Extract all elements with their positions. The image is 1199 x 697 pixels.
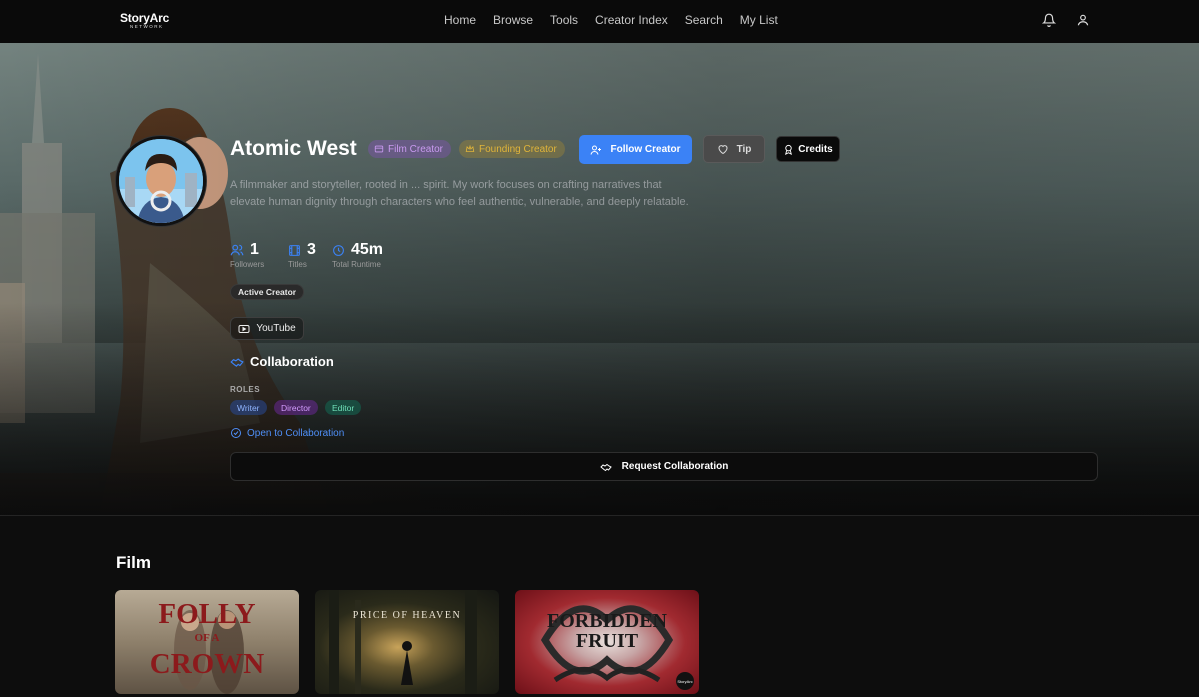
roles-label: ROLES (230, 385, 261, 394)
user-icon[interactable] (1076, 13, 1090, 27)
open-to-collaboration-status: Open to Collaboration (230, 427, 344, 439)
nav-link-search[interactable]: Search (685, 13, 723, 27)
role-editor-tag: Editor (325, 400, 362, 415)
nav-links: Home Browse Tools Creator Index Search M… (444, 13, 795, 27)
stat-followers: 1 Followers (230, 241, 264, 269)
role-director-tag: Director (274, 400, 318, 415)
nav-link-creator-index[interactable]: Creator Index (595, 13, 668, 27)
collaboration-heading: Collaboration (230, 354, 334, 369)
creator-avatar (116, 136, 206, 226)
nav-link-home[interactable]: Home (444, 13, 476, 27)
hero-banner (0, 43, 1199, 515)
tip-label: Tip (736, 143, 752, 155)
creator-name: Atomic West (230, 137, 357, 160)
film-section-heading: Film (116, 553, 151, 572)
titles-label: Titles (288, 260, 307, 269)
follow-creator-label: Follow Creator (610, 144, 681, 155)
top-nav: StoryArc NETWORK Home Browse Tools Creat… (0, 0, 1199, 43)
check-circle-icon (231, 428, 241, 438)
youtube-icon (238, 324, 250, 333)
founding-creator-badge: Founding Creator (459, 140, 565, 158)
handshake-icon (230, 357, 244, 367)
collaboration-title: Collaboration (250, 354, 334, 369)
crown-icon (465, 144, 475, 152)
handshake-icon (599, 463, 612, 471)
film-icon (374, 145, 384, 153)
heart-icon (718, 145, 728, 155)
followers-count: 1 (250, 241, 259, 258)
tip-button[interactable]: Tip (703, 135, 765, 163)
stat-runtime: 45m Total Runtime (332, 241, 383, 269)
hero-overlay (0, 43, 1199, 515)
storyarc-corner-badge: StoryArc (676, 672, 694, 690)
creator-bio: A filmmaker and storyteller, rooted in .… (230, 179, 689, 208)
film-strip-icon (289, 244, 300, 256)
hero-divider (0, 515, 1199, 516)
storyarc-logo[interactable]: StoryArc NETWORK (120, 11, 180, 35)
film-card-folly-of-a-crown[interactable]: FOLLY OF A CROWN (115, 590, 299, 694)
followers-label: Followers (230, 260, 265, 269)
poster-art (329, 590, 477, 694)
film-creator-label: Film Creator (388, 143, 444, 155)
logo-subtext: NETWORK (130, 24, 164, 29)
poster-title-line3: CROWN (149, 648, 265, 680)
poster-title: PRICE OF HEAVEN (352, 610, 462, 621)
poster-title-line2: OF A (194, 632, 220, 644)
runtime-label: Total Runtime (332, 260, 381, 269)
credits-button[interactable]: Credits (776, 136, 840, 162)
nav-link-browse[interactable]: Browse (493, 13, 533, 27)
nav-link-my-list[interactable]: My List (740, 13, 778, 27)
follow-creator-button[interactable]: Follow Creator (579, 135, 692, 164)
stat-titles: 3 Titles (288, 241, 316, 269)
active-creator-badge: Active Creator (230, 284, 305, 300)
film-creator-badge: Film Creator (368, 140, 452, 158)
poster-title-line1: FOLLY (158, 598, 256, 630)
credits-label: Credits (798, 143, 833, 155)
award-icon (785, 144, 793, 155)
film-card-forbidden-fruit[interactable]: FORBIDDEN FRUIT StoryArc (515, 590, 699, 694)
logo-text: StoryArc (120, 11, 170, 25)
youtube-link[interactable]: YouTube (230, 317, 304, 340)
role-writer-tag: Writer (230, 400, 267, 415)
titles-count: 3 (307, 241, 316, 258)
nav-link-tools[interactable]: Tools (550, 13, 578, 27)
runtime-value: 45m (351, 241, 384, 258)
users-icon (230, 244, 244, 256)
open-to-collaboration-label: Open to Collaboration (247, 427, 345, 439)
clock-icon (333, 244, 344, 256)
request-collaboration-label: Request Collaboration (621, 461, 729, 472)
request-collaboration-button[interactable]: Request Collaboration (230, 452, 1098, 481)
film-card-price-of-heaven[interactable]: PRICE OF HEAVEN (315, 590, 499, 694)
poster-title-line2: FRUIT (575, 630, 639, 652)
bell-icon[interactable] (1042, 13, 1056, 27)
user-plus-icon (590, 145, 602, 155)
founding-creator-label: Founding Creator (479, 143, 557, 155)
youtube-label: YouTube (256, 323, 296, 334)
